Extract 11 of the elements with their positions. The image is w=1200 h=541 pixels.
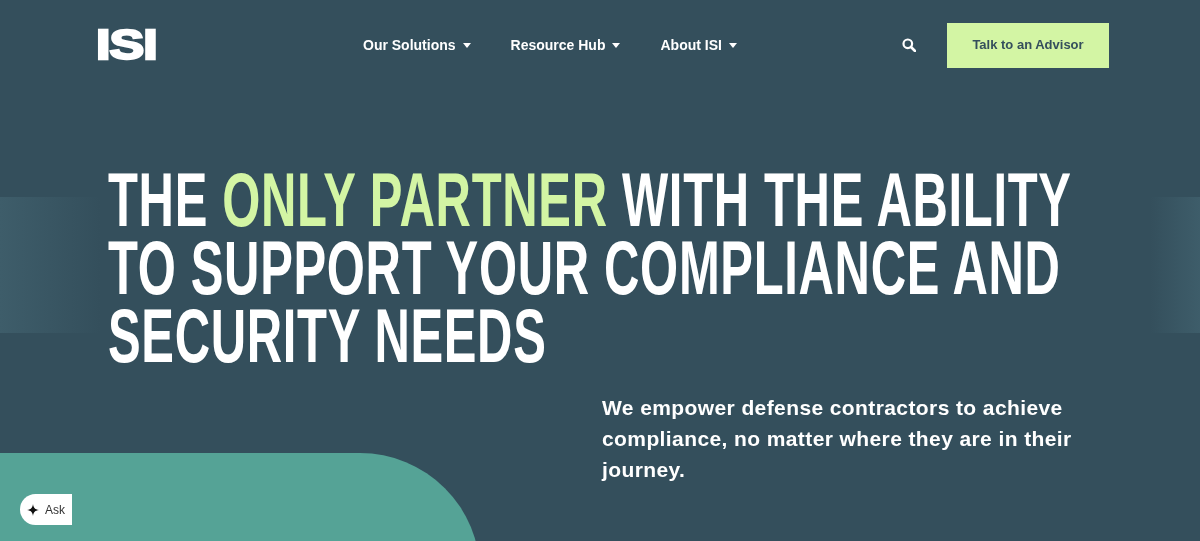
logo[interactable]: ISI <box>96 24 201 66</box>
nav-link[interactable]: About ISI <box>660 34 737 56</box>
subheading: We empower defense contractors to achieve compliance, no matter where they are in their journey. <box>602 395 1073 483</box>
sparkle-icon <box>27 503 39 516</box>
headline: THE ONLY PARTNER WITH THE ABILITY TO SUPPORT YOUR COMPLIANCE AND SECURITY NEEDS <box>108 166 1073 370</box>
chat-widget[interactable]: Ask <box>20 494 72 525</box>
chat-label: Ask <box>45 501 65 519</box>
nav-link[interactable]: Our Solutions <box>363 34 471 56</box>
advisor-button[interactable]: Talk to an Advisor <box>947 22 1109 68</box>
nav-link[interactable]: Resource Hub <box>510 34 621 56</box>
search-icon[interactable] <box>902 38 916 52</box>
